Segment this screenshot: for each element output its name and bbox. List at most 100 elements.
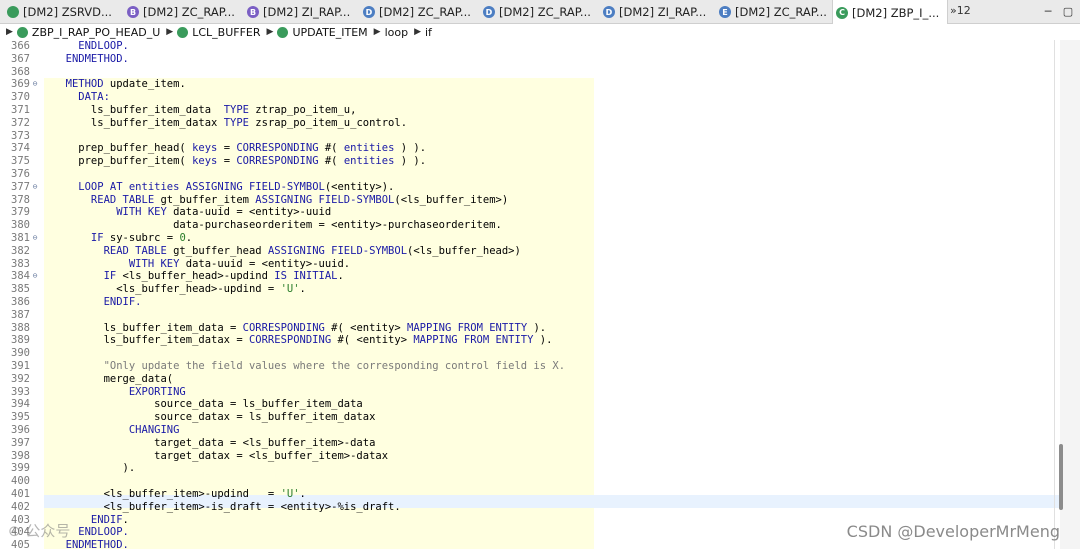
chevron-right-icon: ▶ bbox=[266, 27, 274, 37]
code-line[interactable]: 370 DATA: bbox=[0, 91, 1060, 104]
data-definition-icon: D bbox=[363, 6, 375, 18]
fold-toggle-icon[interactable]: ⊖ bbox=[30, 270, 40, 283]
code-line[interactable]: 403 ENDIF. bbox=[0, 514, 1060, 527]
code-text: ls_buffer_item_data TYPE ztrap_po_item_u… bbox=[53, 104, 357, 116]
code-line[interactable]: 377 ⊖ LOOP AT entities ASSIGNING FIELD-SY… bbox=[0, 181, 1060, 194]
maximize-icon[interactable]: ▢ bbox=[1060, 3, 1076, 19]
code-text: "Only update the field values where the … bbox=[53, 360, 566, 372]
code-line[interactable]: 381 ⊖ IF sy-subrc = 0. bbox=[0, 232, 1060, 245]
code-text: IF sy-subrc = 0. bbox=[53, 232, 193, 244]
code-line[interactable]: 378 READ TABLE gt_buffer_item ASSIGNING … bbox=[0, 194, 1060, 207]
code-text: ENDLOOP. bbox=[53, 526, 129, 539]
minimize-icon[interactable]: ─ bbox=[1040, 3, 1056, 19]
behavior-definition-icon: B bbox=[127, 6, 139, 18]
code-text: <ls_buffer_item>-updind = 'U'. bbox=[53, 488, 306, 500]
code-line[interactable]: 392 merge_data( bbox=[0, 373, 1060, 386]
code-line[interactable]: 388 ls_buffer_item_data = CORRESPONDING … bbox=[0, 322, 1060, 335]
breadcrumb: ▶ ZBP_I_RAP_PO_HEAD_U ▶ LCL_BUFFER ▶ UPDATE_I… bbox=[0, 24, 1080, 40]
code-editor[interactable]: ⊙ 公众号 CSDN @DeveloperMrMeng 366 ENDLOOP.… bbox=[0, 40, 1060, 549]
fold-toggle-icon[interactable]: ⊖ bbox=[30, 181, 40, 194]
code-line[interactable]: 402 <ls_buffer_item>-is_draft = <entity>… bbox=[0, 501, 1060, 514]
code-line[interactable]: 384 ⊖ IF <ls_buffer_head>-updind IS INITI… bbox=[0, 270, 1060, 283]
code-line[interactable]: 395 source_datax = ls_buffer_item_datax bbox=[0, 411, 1060, 424]
tab-label: [DM2] ZI_RAP... bbox=[619, 5, 707, 19]
code-line[interactable]: 371 ls_buffer_item_data TYPE ztrap_po_it… bbox=[0, 104, 1060, 117]
scrollbar-thumb[interactable] bbox=[1059, 444, 1063, 510]
code-line[interactable]: 405 ENDMETHOD. bbox=[0, 539, 1060, 549]
code-line[interactable]: 399 ). bbox=[0, 462, 1060, 475]
code-line[interactable]: 379 WITH KEY data-uuid = <entity>-uuid bbox=[0, 206, 1060, 219]
code-text: READ TABLE gt_buffer_item ASSIGNING FIEL… bbox=[53, 193, 509, 206]
line-number: 375 bbox=[11, 155, 30, 168]
code-line[interactable]: 382 READ TABLE gt_buffer_head ASSIGNING … bbox=[0, 245, 1060, 258]
code-line[interactable]: 394 source_data = ls_buffer_item_data bbox=[0, 398, 1060, 411]
code-line[interactable]: 373 bbox=[0, 130, 1060, 143]
line-number: 401 bbox=[11, 488, 30, 500]
tab-8[interactable]: C [DM2] ZBP_I_... × bbox=[832, 0, 948, 25]
tab-5[interactable]: D [DM2] ZC_RAP... bbox=[480, 0, 596, 24]
breadcrumb-item[interactable]: ZBP_I_RAP_PO_HEAD_U bbox=[16, 26, 160, 39]
line-number: 399 bbox=[11, 462, 30, 475]
code-line[interactable]: 396 CHANGING bbox=[0, 424, 1060, 437]
code-line[interactable]: 372 ls_buffer_item_datax TYPE zsrap_po_i… bbox=[0, 117, 1060, 130]
code-text: <ls_buffer_item>-is_draft = <entity>-%is… bbox=[53, 500, 401, 513]
tab-3[interactable]: B [DM2] ZI_RAP... bbox=[244, 0, 356, 24]
code-line[interactable]: 375 prep_buffer_item( keys = CORRESPONDI… bbox=[0, 155, 1060, 168]
code-text: data-purchaseorderitem = <entity>-purcha… bbox=[53, 219, 502, 232]
code-line[interactable]: 390 bbox=[0, 347, 1060, 360]
code-line[interactable]: 386 ENDIF. bbox=[0, 296, 1060, 309]
fold-toggle-icon[interactable]: ⊖ bbox=[30, 78, 40, 91]
code-line[interactable]: 368 bbox=[0, 66, 1060, 79]
tab-2[interactable]: B [DM2] ZC_RAP... bbox=[124, 0, 240, 24]
code-line[interactable]: 369 ⊖ METHOD update_item. bbox=[0, 78, 1060, 91]
code-line[interactable]: 380 data-purchaseorderitem = <entity>-pu… bbox=[0, 219, 1060, 232]
class-icon bbox=[16, 26, 28, 38]
code-line[interactable]: 389 ls_buffer_item_datax = CORRESPONDING… bbox=[0, 334, 1060, 347]
line-number: 378 bbox=[11, 193, 30, 206]
line-number: 392 bbox=[11, 372, 30, 385]
data-definition-icon: D bbox=[603, 6, 615, 18]
code-line[interactable]: 391 "Only update the field values where … bbox=[0, 360, 1060, 373]
line-number: 372 bbox=[11, 116, 30, 129]
code-line[interactable]: 393 EXPORTING bbox=[0, 386, 1060, 399]
code-line[interactable]: 376 bbox=[0, 168, 1060, 181]
code-line[interactable]: 367 ENDMETHOD. bbox=[0, 53, 1060, 66]
code-text: ENDIF. bbox=[53, 513, 129, 526]
close-icon[interactable]: × bbox=[947, 6, 948, 20]
fold-toggle-icon[interactable]: ⊖ bbox=[30, 232, 40, 245]
code-line[interactable]: 401 <ls_buffer_item>-updind = 'U'. bbox=[0, 488, 1060, 501]
metadata-extension-icon: E bbox=[719, 6, 731, 18]
line-number: 387 bbox=[11, 308, 30, 321]
line-number: 383 bbox=[11, 257, 30, 270]
line-number: 369 bbox=[11, 78, 30, 91]
service-definition-icon bbox=[7, 6, 19, 18]
breadcrumb-item[interactable]: if bbox=[425, 26, 432, 39]
line-number: 390 bbox=[11, 347, 30, 360]
code-line[interactable]: 383 WITH KEY data-uuid = <entity>-uuid. bbox=[0, 258, 1060, 271]
line-number: 368 bbox=[11, 65, 30, 78]
code-line[interactable]: 374 prep_buffer_head( keys = CORRESPONDI… bbox=[0, 142, 1060, 155]
code-line[interactable]: 398 target_datax = <ls_buffer_item>-data… bbox=[0, 450, 1060, 463]
vertical-scrollbar[interactable] bbox=[1060, 40, 1080, 549]
breadcrumb-item[interactable]: loop bbox=[385, 26, 409, 39]
line-number: 376 bbox=[11, 168, 30, 180]
tab-overflow-button[interactable]: »12 bbox=[950, 4, 971, 17]
code-line[interactable]: 397 target_data = <ls_buffer_item>-data bbox=[0, 437, 1060, 450]
line-number: 367 bbox=[11, 52, 30, 65]
breadcrumb-item[interactable]: LCL_BUFFER bbox=[177, 26, 261, 39]
code-line[interactable]: 404 ENDLOOP. bbox=[0, 526, 1060, 539]
tab-1[interactable]: [DM2] ZSRVD... bbox=[4, 0, 120, 24]
code-text: ls_buffer_item_datax = CORRESPONDING #( … bbox=[53, 334, 553, 347]
breadcrumb-item[interactable]: UPDATE_ITEM bbox=[277, 26, 368, 39]
tab-4[interactable]: D [DM2] ZC_RAP... bbox=[360, 0, 476, 24]
tab-7[interactable]: E [DM2] ZC_RAP... bbox=[716, 0, 828, 24]
code-line[interactable]: 400 bbox=[0, 475, 1060, 488]
code-line[interactable]: 385 <ls_buffer_head>-updind = 'U'. bbox=[0, 283, 1060, 296]
code-text: <ls_buffer_head>-updind = 'U'. bbox=[53, 283, 306, 296]
code-line[interactable]: 366 ENDLOOP. bbox=[0, 40, 1060, 53]
code-text: IF <ls_buffer_head>-updind IS INITIAL. bbox=[53, 270, 344, 283]
tab-label: [DM2] ZI_RAP... bbox=[263, 5, 351, 19]
abap-class-icon: C bbox=[836, 6, 848, 19]
code-line[interactable]: 387 bbox=[0, 309, 1060, 322]
tab-6[interactable]: D [DM2] ZI_RAP... bbox=[600, 0, 712, 24]
